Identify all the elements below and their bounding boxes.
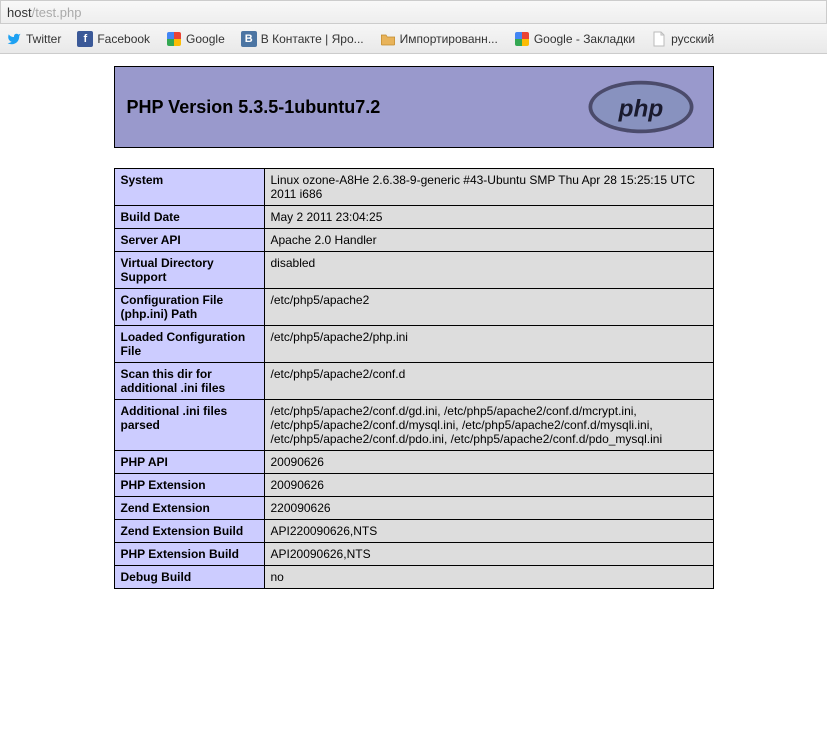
table-value: Apache 2.0 Handler <box>264 229 713 252</box>
bookmark-label: Twitter <box>26 32 61 46</box>
bookmark-google[interactable]: Google <box>166 31 225 47</box>
table-row: Virtual Directory Supportdisabled <box>114 252 713 289</box>
table-row: Server APIApache 2.0 Handler <box>114 229 713 252</box>
bookmark-label: В Контакте | Яро... <box>261 32 364 46</box>
address-bar[interactable]: host/test.php <box>0 0 827 24</box>
table-key: PHP API <box>114 451 264 474</box>
bookmark-label: Google <box>186 32 225 46</box>
table-row: Scan this dir for additional .ini files/… <box>114 363 713 400</box>
table-row: PHP Extension20090626 <box>114 474 713 497</box>
table-key: Scan this dir for additional .ini files <box>114 363 264 400</box>
table-value: API20090626,NTS <box>264 543 713 566</box>
folder-icon <box>380 31 396 47</box>
table-key: PHP Extension Build <box>114 543 264 566</box>
bookmark-facebook[interactable]: f Facebook <box>77 31 150 47</box>
table-row: Zend Extension220090626 <box>114 497 713 520</box>
table-value: May 2 2011 23:04:25 <box>264 206 713 229</box>
facebook-icon: f <box>77 31 93 47</box>
table-value: /etc/php5/apache2/conf.d/gd.ini, /etc/ph… <box>264 400 713 451</box>
table-key: Build Date <box>114 206 264 229</box>
table-value: 20090626 <box>264 451 713 474</box>
phpinfo-header: PHP Version 5.3.5-1ubuntu7.2 php <box>114 66 714 148</box>
table-value: /etc/php5/apache2/php.ini <box>264 326 713 363</box>
table-row: SystemLinux ozone-A8He 2.6.38-9-generic … <box>114 169 713 206</box>
bookmarks-bar: Twitter f Facebook Google B В Контакте |… <box>0 24 827 54</box>
bookmark-label: русский <box>671 32 714 46</box>
phpinfo-table: SystemLinux ozone-A8He 2.6.38-9-generic … <box>114 168 714 589</box>
page-icon <box>651 31 667 47</box>
google-icon <box>514 31 530 47</box>
url-path: /test.php <box>32 5 82 20</box>
table-value: /etc/php5/apache2/conf.d <box>264 363 713 400</box>
vk-icon: B <box>241 31 257 47</box>
table-row: Build DateMay 2 2011 23:04:25 <box>114 206 713 229</box>
table-key: Zend Extension <box>114 497 264 520</box>
table-key: Zend Extension Build <box>114 520 264 543</box>
table-row: PHP Extension BuildAPI20090626,NTS <box>114 543 713 566</box>
table-value: /etc/php5/apache2 <box>264 289 713 326</box>
php-logo-icon: php <box>581 77 701 137</box>
table-row: Loaded Configuration File/etc/php5/apach… <box>114 326 713 363</box>
table-key: System <box>114 169 264 206</box>
table-row: Zend Extension BuildAPI220090626,NTS <box>114 520 713 543</box>
table-key: Server API <box>114 229 264 252</box>
table-value: API220090626,NTS <box>264 520 713 543</box>
table-key: Additional .ini files parsed <box>114 400 264 451</box>
table-key: Debug Build <box>114 566 264 589</box>
table-row: Configuration File (php.ini) Path/etc/ph… <box>114 289 713 326</box>
content-area: PHP Version 5.3.5-1ubuntu7.2 php SystemL… <box>0 54 827 589</box>
table-value: 20090626 <box>264 474 713 497</box>
table-value: no <box>264 566 713 589</box>
table-row: Additional .ini files parsed/etc/php5/ap… <box>114 400 713 451</box>
bookmark-google-bookmarks[interactable]: Google - Закладки <box>514 31 635 47</box>
twitter-icon <box>6 31 22 47</box>
bookmark-vkontakte[interactable]: B В Контакте | Яро... <box>241 31 364 47</box>
bookmark-russian[interactable]: русский <box>651 31 714 47</box>
table-value: disabled <box>264 252 713 289</box>
table-key: Configuration File (php.ini) Path <box>114 289 264 326</box>
table-key: Loaded Configuration File <box>114 326 264 363</box>
svg-text:php: php <box>617 95 663 122</box>
table-value: Linux ozone-A8He 2.6.38-9-generic #43-Ub… <box>264 169 713 206</box>
table-row: PHP API20090626 <box>114 451 713 474</box>
bookmark-label: Импортированн... <box>400 32 498 46</box>
page-title: PHP Version 5.3.5-1ubuntu7.2 <box>127 97 381 118</box>
google-icon <box>166 31 182 47</box>
url-host: host <box>7 5 32 20</box>
table-row: Debug Buildno <box>114 566 713 589</box>
bookmark-label: Google - Закладки <box>534 32 635 46</box>
table-key: PHP Extension <box>114 474 264 497</box>
bookmark-imported[interactable]: Импортированн... <box>380 31 498 47</box>
table-key: Virtual Directory Support <box>114 252 264 289</box>
bookmark-label: Facebook <box>97 32 150 46</box>
table-value: 220090626 <box>264 497 713 520</box>
bookmark-twitter[interactable]: Twitter <box>6 31 61 47</box>
